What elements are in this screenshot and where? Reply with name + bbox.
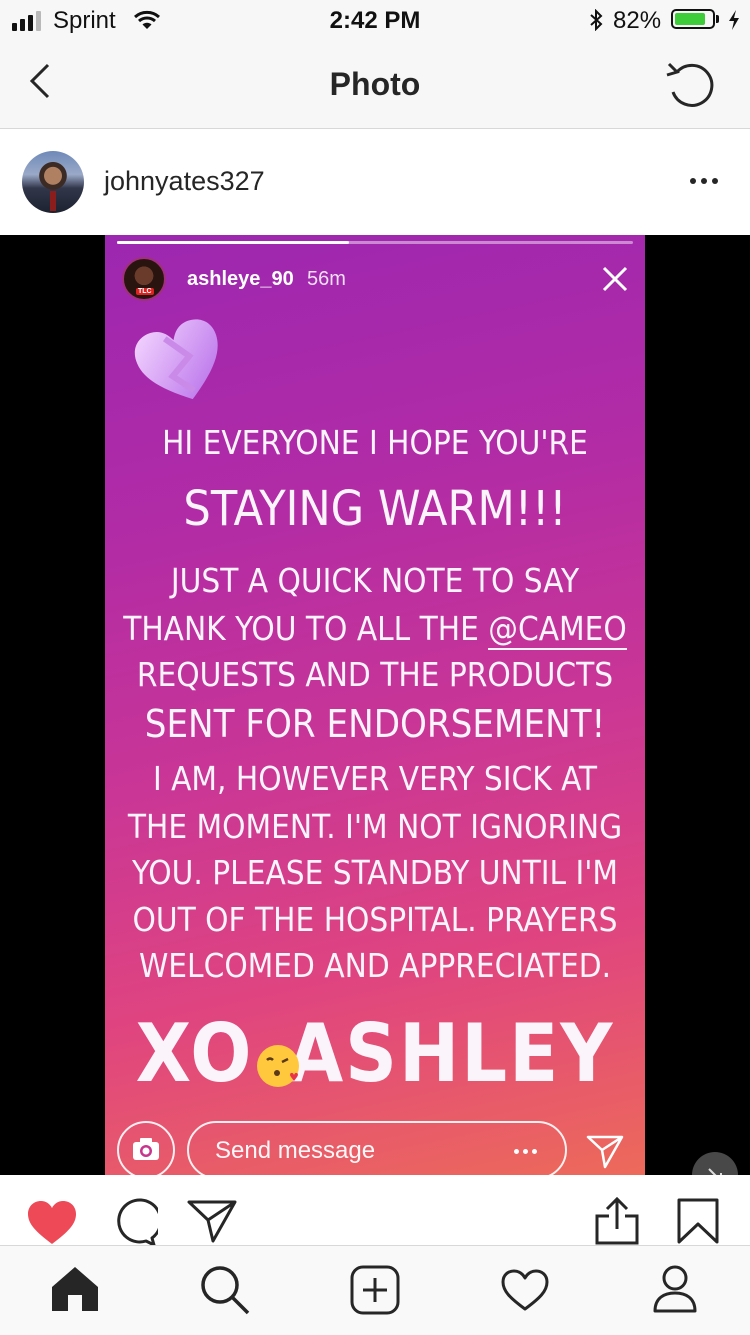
story-send-message-field: Send message <box>187 1121 567 1175</box>
camera-icon <box>117 1121 175 1175</box>
story-text-line: YOU. PLEASE STANDBY UNTIL I'M <box>131 853 618 892</box>
avatar-badge: TLC <box>136 288 154 295</box>
story-signoff: XO ASHLEY <box>105 1007 645 1100</box>
story-avatar: TLC <box>122 257 166 301</box>
battery-percent: 82% <box>613 7 662 34</box>
direct-message-icon <box>585 1131 625 1171</box>
bluetooth-icon <box>588 9 604 31</box>
search-icon[interactable] <box>198 1263 252 1317</box>
story-text-line: THE MOMENT. I'M NOT IGNORING <box>127 807 623 846</box>
story-text-segment: THANK YOU TO ALL THE <box>123 609 489 648</box>
story-username: ashleye_90 <box>187 268 294 290</box>
story-text-line: OUT OF THE HOSPITAL. PRAYERS <box>132 900 618 939</box>
more-dots-icon <box>514 1149 537 1154</box>
kiss-emoji-icon <box>255 1043 301 1089</box>
story-text-line: JUST A QUICK NOTE TO SAY <box>170 561 580 600</box>
comment-icon[interactable] <box>108 1198 158 1248</box>
profile-icon[interactable] <box>652 1264 698 1314</box>
story-text-line: HI EVERYONE I HOPE YOU'RE <box>162 423 588 462</box>
story-text-line: THANK YOU TO ALL THE @CAMEO <box>105 609 645 650</box>
battery-cap <box>716 15 719 23</box>
refresh-icon[interactable] <box>664 58 720 110</box>
story-mention: @CAMEO <box>488 609 627 650</box>
heart-filled-icon[interactable] <box>26 1200 78 1246</box>
send-message-placeholder: Send message <box>215 1137 376 1164</box>
story-frame: TLC ashleye_90 56m HI EVERYONE I HOPE YO… <box>105 235 645 1175</box>
broken-heart-emoji-icon <box>133 315 229 411</box>
story-text-line: SENT FOR ENDORSEMENT! <box>144 702 606 746</box>
story-text-line: STAYING WARM!!! <box>183 481 567 537</box>
post-username[interactable]: johnyates327 <box>104 166 265 197</box>
story-text-line: REQUESTS AND THE PRODUCTS <box>136 655 614 694</box>
story-text-line: WELCOMED AND APPRECIATED. <box>138 946 612 985</box>
share-icon[interactable] <box>186 1198 238 1244</box>
story-signoff-name: ASHLEY <box>287 1007 615 1100</box>
activity-heart-icon[interactable] <box>500 1268 550 1312</box>
post-photo[interactable]: TLC ashleye_90 56m HI EVERYONE I HOPE YO… <box>0 235 750 1175</box>
story-age: 56m <box>307 268 346 290</box>
more-dots-icon[interactable] <box>690 178 718 184</box>
close-icon <box>599 263 631 295</box>
export-icon[interactable] <box>594 1196 640 1246</box>
avatar[interactable] <box>22 151 84 213</box>
charging-bolt-icon <box>728 9 740 31</box>
battery-icon <box>671 9 715 29</box>
home-icon[interactable] <box>50 1265 100 1313</box>
bookmark-icon[interactable] <box>676 1197 720 1245</box>
new-post-icon[interactable] <box>350 1265 400 1315</box>
story-signoff-xo: XO <box>135 1007 254 1100</box>
story-progress-bar <box>117 241 633 244</box>
page-title: Photo <box>329 66 421 102</box>
story-text-line: I AM, HOWEVER VERY SICK AT <box>152 759 598 798</box>
